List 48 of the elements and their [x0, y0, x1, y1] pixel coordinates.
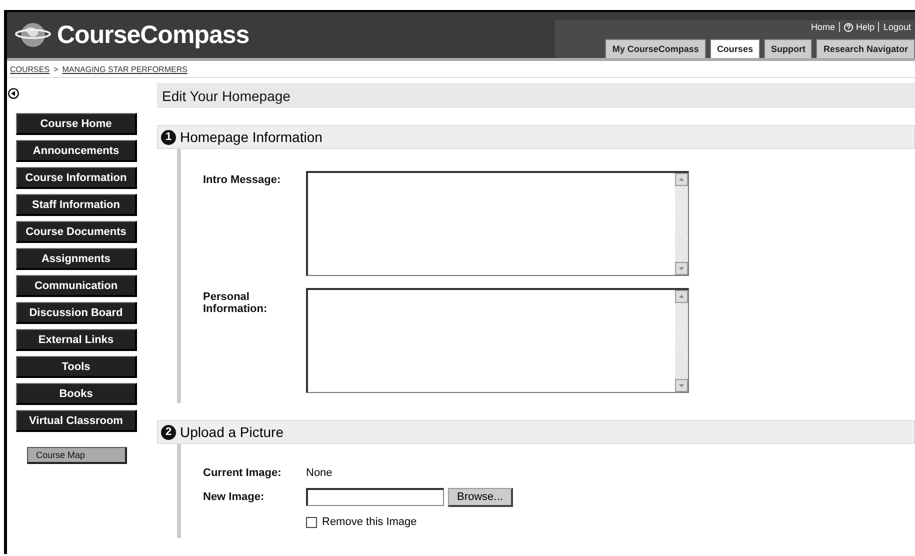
- breadcrumb-separator: >: [54, 64, 58, 74]
- header-link[interactable]: Help: [856, 22, 874, 32]
- breadcrumb-link[interactable]: COURSES: [10, 64, 50, 74]
- text-area[interactable]: [306, 171, 689, 276]
- checkbox[interactable]: [306, 516, 317, 528]
- text-area[interactable]: [306, 288, 689, 393]
- scroll-up-icon[interactable]: [675, 290, 688, 303]
- scrollbar[interactable]: [675, 173, 688, 275]
- header-link[interactable]: Logout: [883, 22, 911, 32]
- scroll-down-icon[interactable]: [675, 379, 688, 392]
- field-value: None: [306, 466, 332, 479]
- help-icon[interactable]: [844, 22, 853, 32]
- file-path-field[interactable]: [306, 488, 444, 506]
- field-label: Personal Information:: [202, 290, 268, 315]
- scroll-down-icon[interactable]: [675, 262, 688, 275]
- scroll-up-icon[interactable]: [675, 173, 688, 186]
- step-number: 2: [161, 424, 176, 440]
- scrollbar[interactable]: [675, 290, 688, 392]
- sidebar-button[interactable]: Virtual Classroom: [16, 410, 137, 432]
- sidebar-button[interactable]: Communication: [16, 275, 137, 297]
- sidebar-button[interactable]: External Links: [16, 329, 137, 351]
- sidebar-button[interactable]: Assignments: [16, 248, 137, 270]
- section-title: Upload a Picture: [180, 424, 284, 440]
- sidebar-button[interactable]: Tools: [16, 356, 137, 378]
- field-label: Current Image:: [202, 466, 282, 479]
- checkbox-label: Remove this Image: [322, 516, 417, 528]
- sidebar-button[interactable]: Course Home: [16, 113, 137, 135]
- breadcrumb-link[interactable]: MANAGING STAR PERFORMERS: [62, 64, 188, 74]
- globe-icon: [15, 23, 51, 47]
- header-link[interactable]: Home: [810, 22, 835, 32]
- nav-tab[interactable]: Courses: [710, 39, 760, 58]
- field-label: New Image:: [202, 490, 266, 503]
- field-label: Intro Message:: [202, 173, 282, 186]
- sidebar-button[interactable]: Discussion Board: [16, 302, 137, 324]
- sidebar-button[interactable]: Announcements: [16, 140, 137, 162]
- sidebar-button[interactable]: Course Information: [16, 167, 137, 189]
- nav-tab[interactable]: Research Navigator: [816, 39, 915, 58]
- nav-tab[interactable]: My CourseCompass: [605, 39, 706, 58]
- sidebar-button[interactable]: Staff Information: [16, 194, 137, 216]
- step-number: 1: [161, 130, 176, 144]
- course-map-button[interactable]: Course Map: [27, 447, 127, 464]
- sidebar-button[interactable]: Course Documents: [16, 221, 137, 243]
- browse-button[interactable]: Browse...: [448, 488, 513, 507]
- page-title: Edit Your Homepage: [157, 83, 915, 108]
- section-title: Homepage Information: [180, 129, 322, 145]
- logo-text: CourseCompass: [57, 20, 250, 50]
- nav-tab[interactable]: Support: [764, 39, 812, 58]
- sidebar-button[interactable]: Books: [16, 383, 137, 405]
